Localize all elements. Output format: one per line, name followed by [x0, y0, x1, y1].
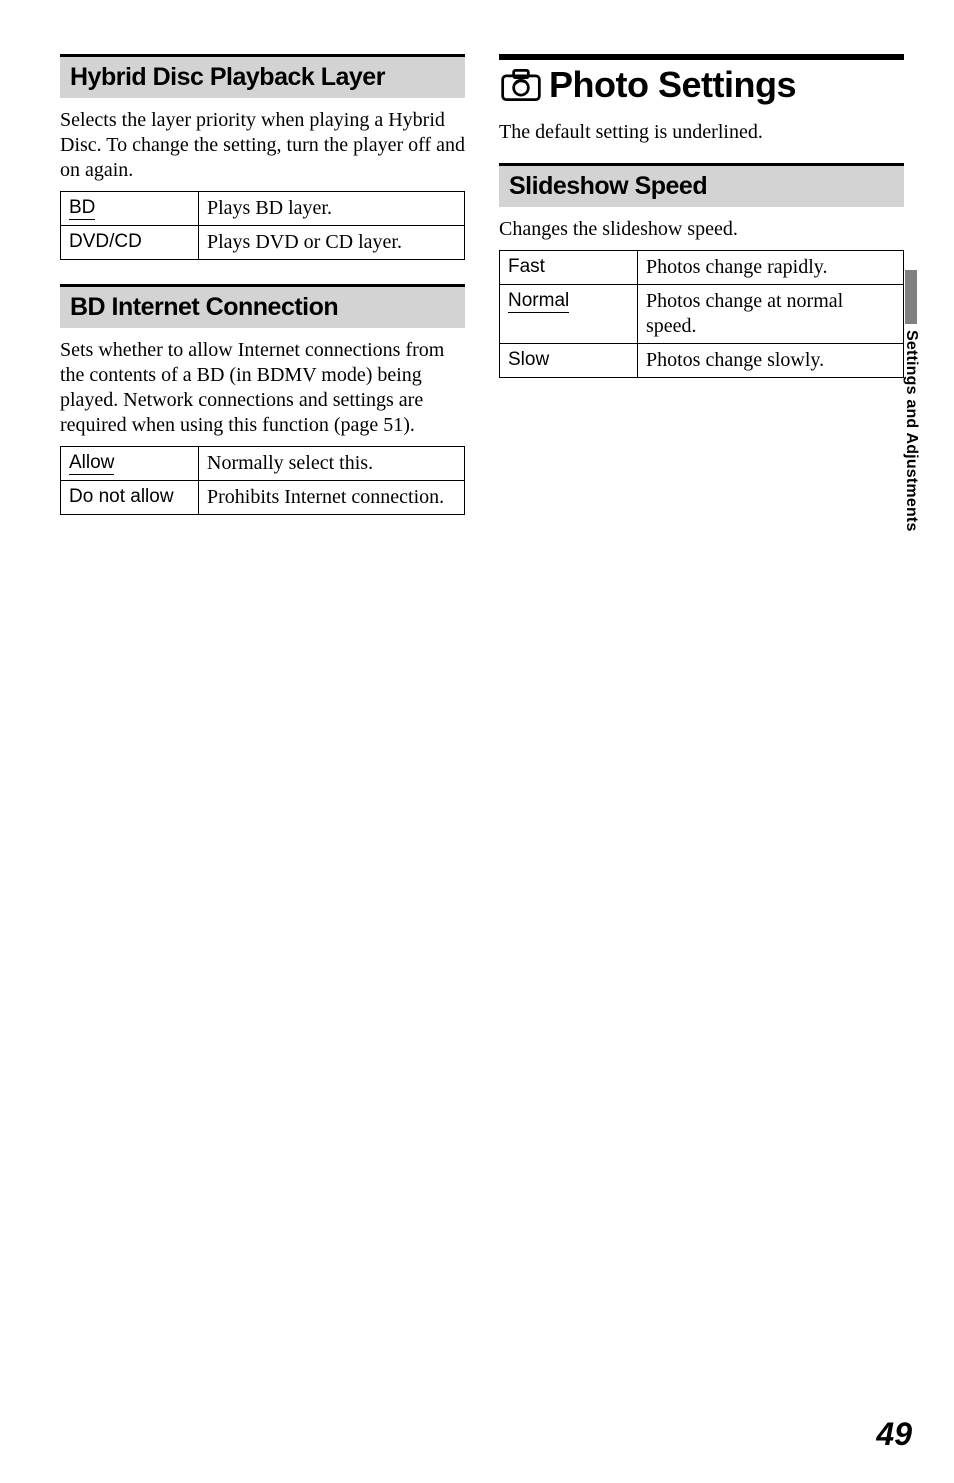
option-value: Normally select this. [199, 447, 465, 481]
option-value: Photos change rapidly. [638, 251, 904, 285]
section-heading: Slideshow Speed [499, 163, 904, 207]
option-key: Slow [508, 349, 549, 370]
section-body: Selects the layer priority when playing … [60, 108, 465, 183]
table-row: Normal Photos change at normal speed. [500, 285, 904, 344]
option-value: Plays DVD or CD layer. [199, 226, 465, 260]
option-key: Do not allow [69, 486, 174, 507]
section-heading: BD Internet Connection [60, 284, 465, 328]
option-value: Plays BD layer. [199, 192, 465, 226]
option-key: BD [69, 197, 95, 220]
right-column: Photo Settings The default setting is un… [499, 54, 904, 539]
table-row: Slow Photos change slowly. [500, 344, 904, 378]
section-body: Changes the slideshow speed. [499, 217, 904, 242]
main-heading-title: Photo Settings [549, 64, 796, 106]
section-title: Hybrid Disc Playback Layer [70, 63, 455, 92]
option-value: Prohibits Internet connection. [199, 481, 465, 515]
option-key: Fast [508, 256, 545, 277]
settings-table: Allow Normally select this. Do not allow… [60, 446, 465, 515]
settings-table: BD Plays BD layer. DVD/CD Plays DVD or C… [60, 191, 465, 260]
table-row: Do not allow Prohibits Internet connecti… [61, 481, 465, 515]
photo-camera-icon [499, 65, 543, 105]
side-tab-label: Settings and Adjustments [902, 330, 920, 532]
section-title: BD Internet Connection [70, 293, 455, 322]
section-body: Sets whether to allow Internet connectio… [60, 338, 465, 438]
option-key: Allow [69, 452, 114, 475]
left-column: Hybrid Disc Playback Layer Selects the l… [60, 54, 465, 539]
page-number: 49 [876, 1416, 912, 1453]
option-key: DVD/CD [69, 231, 142, 252]
page-main-heading: Photo Settings [499, 54, 904, 106]
table-row: DVD/CD Plays DVD or CD layer. [61, 226, 465, 260]
settings-table: Fast Photos change rapidly. Normal Photo… [499, 250, 904, 378]
table-row: Allow Normally select this. [61, 447, 465, 481]
section-title: Slideshow Speed [509, 172, 894, 201]
table-row: BD Plays BD layer. [61, 192, 465, 226]
option-value: Photos change at normal speed. [638, 285, 904, 344]
side-tab: Settings and Adjustments [902, 270, 920, 532]
intro-text: The default setting is underlined. [499, 120, 904, 145]
heading-rule [499, 54, 904, 60]
side-tab-mark [905, 270, 917, 324]
option-value: Photos change slowly. [638, 344, 904, 378]
section-heading: Hybrid Disc Playback Layer [60, 54, 465, 98]
option-key: Normal [508, 290, 569, 313]
table-row: Fast Photos change rapidly. [500, 251, 904, 285]
